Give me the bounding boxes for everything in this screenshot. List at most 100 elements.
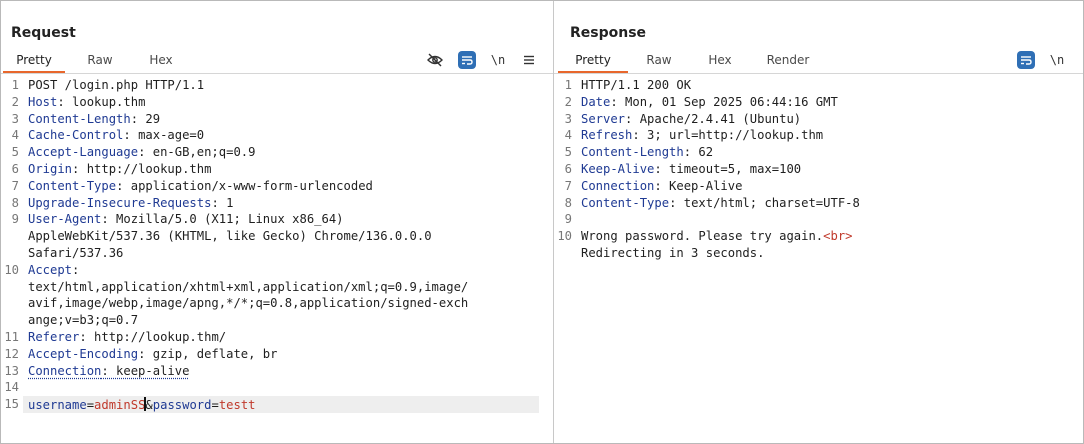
line-number: 13 — [4, 363, 19, 378]
code-line: avif,image/webp,image/apng,*/*;q=0.8,app… — [28, 296, 541, 310]
code-line: Content-Type: application/x-www-form-url… — [28, 179, 541, 193]
code-text: & — [145, 398, 153, 413]
code-text: : keep-alive — [101, 363, 190, 378]
code-text: Wrong password. Please try again. — [581, 229, 824, 244]
request-title: Request — [11, 25, 76, 41]
response-tab-render[interactable]: Render — [756, 47, 820, 71]
line-number: 7 — [11, 178, 19, 193]
code-line: Accept-Encoding: gzip, deflate, br — [28, 347, 541, 361]
line-number: 8 — [564, 195, 572, 210]
code-text: : application/x-www-form-urlencoded — [116, 178, 373, 193]
code-text: HTTP/1.1 200 OK — [581, 78, 692, 92]
header-name: Origin — [28, 162, 73, 176]
line-number: 6 — [564, 162, 572, 176]
code-line: Server: Apache/2.4.41 (Ubuntu) — [581, 112, 1071, 126]
code-line: username=adminSS&password=testt — [28, 397, 541, 412]
hide-icon[interactable] — [426, 51, 444, 69]
header-name: User-Agent — [28, 212, 102, 227]
line-number: 3 — [564, 111, 572, 126]
code-line: POST /login.php HTTP/1.1 — [28, 78, 541, 92]
request-tab-raw[interactable]: Raw — [75, 47, 125, 71]
code-line: Host: lookup.thm — [28, 95, 541, 109]
code-line: Referer: http://lookup.thm/ — [28, 330, 541, 344]
code-text: : Mon, 01 Sep 2025 06:44:16 GMT — [610, 94, 838, 109]
response-tabs: Pretty Raw Hex Render — [554, 47, 1083, 74]
newline-icon[interactable]: \n — [489, 51, 507, 69]
code-text: ange;v=b3;q=0.7 — [28, 313, 139, 328]
line-number: 11 — [4, 330, 19, 344]
request-pane: Request Pretty Raw Hex \n 1 POST /login.p… — [1, 1, 554, 443]
line-number: 5 — [11, 145, 19, 160]
newline-icon[interactable]: \n — [1048, 51, 1066, 69]
code-text: : Mozilla/5.0 (X11; Linux x86_64) — [101, 212, 344, 227]
menu-icon[interactable] — [520, 51, 538, 69]
line-number: 3 — [11, 111, 19, 126]
code-line: Content-Type: text/html; charset=UTF-8 — [581, 196, 1071, 210]
code-line: Redirecting in 3 seconds. — [581, 246, 1071, 260]
code-line: AppleWebKit/537.36 (KHTML, like Gecko) C… — [28, 229, 541, 243]
code-text: = — [86, 398, 95, 413]
response-tab-hex[interactable]: Hex — [696, 47, 744, 71]
code-line: User-Agent: Mozilla/5.0 (X11; Linux x86_… — [28, 212, 541, 226]
line-number: 10 — [557, 229, 572, 244]
code-text: : http://lookup.thm/ — [79, 330, 227, 344]
line-number: 14 — [4, 380, 19, 395]
header-name: Content-Type — [581, 195, 670, 210]
line-number: 9 — [11, 212, 19, 227]
code-line: Origin: http://lookup.thm — [28, 162, 541, 176]
code-text: avif,image/webp,image/apng,*/*;q=0.8,app… — [28, 296, 469, 311]
response-editor[interactable]: 1 HTTP/1.1 200 OK 2 Date: Mon, 01 Sep 2025 … — [554, 78, 1083, 443]
line-number: 5 — [564, 145, 572, 160]
wrap-icon[interactable] — [1017, 51, 1035, 69]
code-line: Keep-Alive: timeout=5, max=100 — [581, 162, 1071, 176]
code-line: Connection: keep-alive — [28, 364, 541, 378]
request-editor[interactable]: 1 POST /login.php HTTP/1.1 2 Host: lookup.t… — [1, 78, 553, 443]
header-name: Content-Length — [28, 111, 131, 126]
line-number: 6 — [11, 162, 19, 176]
line-number: 1 — [564, 78, 572, 92]
code-text: : lookup.thm — [57, 94, 146, 109]
code-text: : 3; url=http://lookup.thm — [632, 128, 824, 143]
line-number: 10 — [4, 262, 19, 277]
header-name: Accept-Language — [28, 145, 139, 160]
header-name: Accept-Encoding — [28, 346, 139, 361]
response-tab-raw[interactable]: Raw — [636, 47, 682, 71]
code-line: Refresh: 3; url=http://lookup.thm — [581, 128, 1071, 142]
code-line: ange;v=b3;q=0.7 — [28, 313, 541, 327]
line-number: 7 — [564, 178, 572, 193]
line-number: 12 — [4, 346, 19, 361]
line-number: 15 — [4, 397, 19, 412]
header-name: Connection — [28, 363, 102, 378]
code-line: Date: Mon, 01 Sep 2025 06:44:16 GMT — [581, 95, 1071, 109]
line-number: 2 — [11, 94, 19, 109]
code-line: Accept: — [28, 263, 541, 277]
code-text: AppleWebKit/537.36 (KHTML, like Gecko) C… — [28, 229, 432, 244]
code-text: text/html,application/xhtml+xml,applicat… — [28, 279, 469, 294]
wrap-icon[interactable] — [458, 51, 476, 69]
code-line: Cache-Control: max-age=0 — [28, 128, 541, 142]
code-line: Upgrade-Insecure-Requests: 1 — [28, 196, 541, 210]
request-tab-hex[interactable]: Hex — [137, 47, 185, 71]
code-text: : 1 — [211, 195, 234, 210]
code-line: Connection: Keep-Alive — [581, 179, 1071, 193]
code-text: : Apache/2.4.41 (Ubuntu) — [625, 111, 802, 126]
code-text: Safari/537.36 — [28, 246, 124, 260]
param-name: password — [152, 398, 212, 413]
request-tab-pretty[interactable]: Pretty — [3, 47, 65, 73]
code-text: : — [72, 262, 80, 277]
line-number: 4 — [564, 128, 572, 143]
code-text: <br> — [823, 229, 853, 244]
header-name: Server — [581, 111, 626, 126]
header-name: Keep-Alive — [581, 162, 655, 176]
header-name: Connection — [581, 178, 655, 193]
code-text: : 29 — [130, 111, 161, 126]
response-tab-pretty[interactable]: Pretty — [558, 47, 628, 73]
repeater-window: Request Pretty Raw Hex \n 1 POST /login.p… — [0, 0, 1084, 444]
code-text: : max-age=0 — [123, 128, 205, 143]
code-text: : timeout=5, max=100 — [654, 162, 802, 176]
code-text: : http://lookup.thm — [72, 162, 212, 176]
code-line: HTTP/1.1 200 OK — [581, 78, 1071, 92]
code-text: POST /login.php HTTP/1.1 — [28, 78, 205, 92]
line-number: 8 — [11, 195, 19, 210]
line-number: 4 — [11, 128, 19, 143]
